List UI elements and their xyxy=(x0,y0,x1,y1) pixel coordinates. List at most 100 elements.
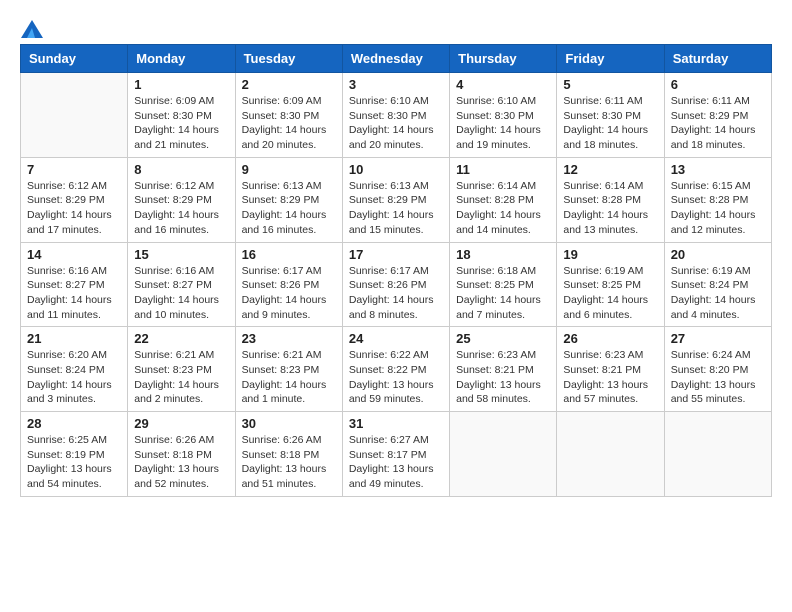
calendar-cell: 15 Sunrise: 6:16 AM Sunset: 8:27 PM Dayli… xyxy=(128,242,235,327)
day-number: 22 xyxy=(134,331,228,346)
calendar-cell: 2 Sunrise: 6:09 AM Sunset: 8:30 PM Daylig… xyxy=(235,73,342,158)
day-info: Sunrise: 6:10 AM Sunset: 8:30 PM Dayligh… xyxy=(456,94,550,153)
day-number: 14 xyxy=(27,247,121,262)
day-number: 30 xyxy=(242,416,336,431)
calendar-table: SundayMondayTuesdayWednesdayThursdayFrid… xyxy=(20,44,772,497)
day-number: 8 xyxy=(134,162,228,177)
day-number: 29 xyxy=(134,416,228,431)
day-info: Sunrise: 6:21 AM Sunset: 8:23 PM Dayligh… xyxy=(242,348,336,407)
day-number: 2 xyxy=(242,77,336,92)
calendar-cell: 5 Sunrise: 6:11 AM Sunset: 8:30 PM Daylig… xyxy=(557,73,664,158)
day-info: Sunrise: 6:11 AM Sunset: 8:30 PM Dayligh… xyxy=(563,94,657,153)
day-info: Sunrise: 6:22 AM Sunset: 8:22 PM Dayligh… xyxy=(349,348,443,407)
calendar-cell: 28Sunrise: 6:25 AM Sunset: 8:19 PM Dayli… xyxy=(21,412,128,497)
day-info: Sunrise: 6:26 AM Sunset: 8:18 PM Dayligh… xyxy=(134,433,228,492)
day-info: Sunrise: 6:19 AM Sunset: 8:24 PM Dayligh… xyxy=(671,264,765,323)
day-number: 27 xyxy=(671,331,765,346)
day-number: 12 xyxy=(563,162,657,177)
weekday-header: Friday xyxy=(557,45,664,73)
day-number: 1 xyxy=(134,77,228,92)
calendar-cell: 27 Sunrise: 6:24 AM Sunset: 8:20 PM Dayli… xyxy=(664,327,771,412)
day-number: 5 xyxy=(563,77,657,92)
day-number: 3 xyxy=(349,77,443,92)
calendar-week-row: 21 Sunrise: 6:20 AM Sunset: 8:24 PM Dayli… xyxy=(21,327,772,412)
day-number: 9 xyxy=(242,162,336,177)
weekday-header-row: SundayMondayTuesdayWednesdayThursdayFrid… xyxy=(21,45,772,73)
calendar-cell: 21 Sunrise: 6:20 AM Sunset: 8:24 PM Dayli… xyxy=(21,327,128,412)
calendar-week-row: 28Sunrise: 6:25 AM Sunset: 8:19 PM Dayli… xyxy=(21,412,772,497)
day-info: Sunrise: 6:17 AM Sunset: 8:26 PM Dayligh… xyxy=(242,264,336,323)
day-number: 26 xyxy=(563,331,657,346)
calendar-cell: 25 Sunrise: 6:23 AM Sunset: 8:21 PM Dayli… xyxy=(450,327,557,412)
calendar-cell xyxy=(557,412,664,497)
day-info: Sunrise: 6:14 AM Sunset: 8:28 PM Dayligh… xyxy=(456,179,550,238)
day-number: 16 xyxy=(242,247,336,262)
day-number: 21 xyxy=(27,331,121,346)
day-info: Sunrise: 6:15 AM Sunset: 8:28 PM Dayligh… xyxy=(671,179,765,238)
calendar-cell: 3 Sunrise: 6:10 AM Sunset: 8:30 PM Daylig… xyxy=(342,73,449,158)
day-number: 28 xyxy=(27,416,121,431)
day-info: Sunrise: 6:10 AM Sunset: 8:30 PM Dayligh… xyxy=(349,94,443,153)
weekday-header: Saturday xyxy=(664,45,771,73)
day-info: Sunrise: 6:24 AM Sunset: 8:20 PM Dayligh… xyxy=(671,348,765,407)
calendar-week-row: 1 Sunrise: 6:09 AM Sunset: 8:30 PM Daylig… xyxy=(21,73,772,158)
day-number: 31 xyxy=(349,416,443,431)
calendar-cell: 24Sunrise: 6:22 AM Sunset: 8:22 PM Dayli… xyxy=(342,327,449,412)
calendar-cell: 30Sunrise: 6:26 AM Sunset: 8:18 PM Dayli… xyxy=(235,412,342,497)
calendar-cell: 17 Sunrise: 6:17 AM Sunset: 8:26 PM Dayli… xyxy=(342,242,449,327)
calendar-week-row: 7 Sunrise: 6:12 AM Sunset: 8:29 PM Daylig… xyxy=(21,157,772,242)
day-number: 15 xyxy=(134,247,228,262)
calendar-cell: 18Sunrise: 6:18 AM Sunset: 8:25 PM Dayli… xyxy=(450,242,557,327)
day-info: Sunrise: 6:17 AM Sunset: 8:26 PM Dayligh… xyxy=(349,264,443,323)
calendar-cell: 16 Sunrise: 6:17 AM Sunset: 8:26 PM Dayli… xyxy=(235,242,342,327)
day-number: 6 xyxy=(671,77,765,92)
day-info: Sunrise: 6:23 AM Sunset: 8:21 PM Dayligh… xyxy=(563,348,657,407)
day-info: Sunrise: 6:16 AM Sunset: 8:27 PM Dayligh… xyxy=(27,264,121,323)
calendar-cell: 12 Sunrise: 6:14 AM Sunset: 8:28 PM Dayli… xyxy=(557,157,664,242)
calendar-cell: 22Sunrise: 6:21 AM Sunset: 8:23 PM Dayli… xyxy=(128,327,235,412)
calendar-cell: 7 Sunrise: 6:12 AM Sunset: 8:29 PM Daylig… xyxy=(21,157,128,242)
calendar-cell: 29 Sunrise: 6:26 AM Sunset: 8:18 PM Dayli… xyxy=(128,412,235,497)
calendar-cell: 9 Sunrise: 6:13 AM Sunset: 8:29 PM Daylig… xyxy=(235,157,342,242)
calendar-week-row: 14 Sunrise: 6:16 AM Sunset: 8:27 PM Dayli… xyxy=(21,242,772,327)
day-number: 19 xyxy=(563,247,657,262)
day-info: Sunrise: 6:14 AM Sunset: 8:28 PM Dayligh… xyxy=(563,179,657,238)
weekday-header: Tuesday xyxy=(235,45,342,73)
day-number: 18 xyxy=(456,247,550,262)
day-info: Sunrise: 6:11 AM Sunset: 8:29 PM Dayligh… xyxy=(671,94,765,153)
day-info: Sunrise: 6:13 AM Sunset: 8:29 PM Dayligh… xyxy=(349,179,443,238)
day-info: Sunrise: 6:12 AM Sunset: 8:29 PM Dayligh… xyxy=(27,179,121,238)
day-number: 25 xyxy=(456,331,550,346)
calendar-cell: 31 Sunrise: 6:27 AM Sunset: 8:17 PM Dayli… xyxy=(342,412,449,497)
calendar-cell xyxy=(21,73,128,158)
weekday-header: Monday xyxy=(128,45,235,73)
header xyxy=(20,20,772,34)
calendar-cell: 19Sunrise: 6:19 AM Sunset: 8:25 PM Dayli… xyxy=(557,242,664,327)
calendar-cell: 1 Sunrise: 6:09 AM Sunset: 8:30 PM Daylig… xyxy=(128,73,235,158)
day-number: 20 xyxy=(671,247,765,262)
day-number: 7 xyxy=(27,162,121,177)
day-info: Sunrise: 6:13 AM Sunset: 8:29 PM Dayligh… xyxy=(242,179,336,238)
calendar-cell: 4 Sunrise: 6:10 AM Sunset: 8:30 PM Daylig… xyxy=(450,73,557,158)
day-info: Sunrise: 6:23 AM Sunset: 8:21 PM Dayligh… xyxy=(456,348,550,407)
calendar-cell: 10Sunrise: 6:13 AM Sunset: 8:29 PM Dayli… xyxy=(342,157,449,242)
calendar-cell: 20 Sunrise: 6:19 AM Sunset: 8:24 PM Dayli… xyxy=(664,242,771,327)
day-info: Sunrise: 6:09 AM Sunset: 8:30 PM Dayligh… xyxy=(242,94,336,153)
day-number: 4 xyxy=(456,77,550,92)
day-info: Sunrise: 6:12 AM Sunset: 8:29 PM Dayligh… xyxy=(134,179,228,238)
calendar-cell xyxy=(450,412,557,497)
day-info: Sunrise: 6:27 AM Sunset: 8:17 PM Dayligh… xyxy=(349,433,443,492)
calendar-cell: 26 Sunrise: 6:23 AM Sunset: 8:21 PM Dayli… xyxy=(557,327,664,412)
day-number: 23 xyxy=(242,331,336,346)
day-info: Sunrise: 6:16 AM Sunset: 8:27 PM Dayligh… xyxy=(134,264,228,323)
day-number: 17 xyxy=(349,247,443,262)
calendar-cell: 23 Sunrise: 6:21 AM Sunset: 8:23 PM Dayli… xyxy=(235,327,342,412)
weekday-header: Wednesday xyxy=(342,45,449,73)
day-info: Sunrise: 6:20 AM Sunset: 8:24 PM Dayligh… xyxy=(27,348,121,407)
calendar-cell xyxy=(664,412,771,497)
day-info: Sunrise: 6:09 AM Sunset: 8:30 PM Dayligh… xyxy=(134,94,228,153)
weekday-header: Thursday xyxy=(450,45,557,73)
logo xyxy=(20,20,44,34)
calendar-cell: 6 Sunrise: 6:11 AM Sunset: 8:29 PM Daylig… xyxy=(664,73,771,158)
calendar-cell: 11Sunrise: 6:14 AM Sunset: 8:28 PM Dayli… xyxy=(450,157,557,242)
